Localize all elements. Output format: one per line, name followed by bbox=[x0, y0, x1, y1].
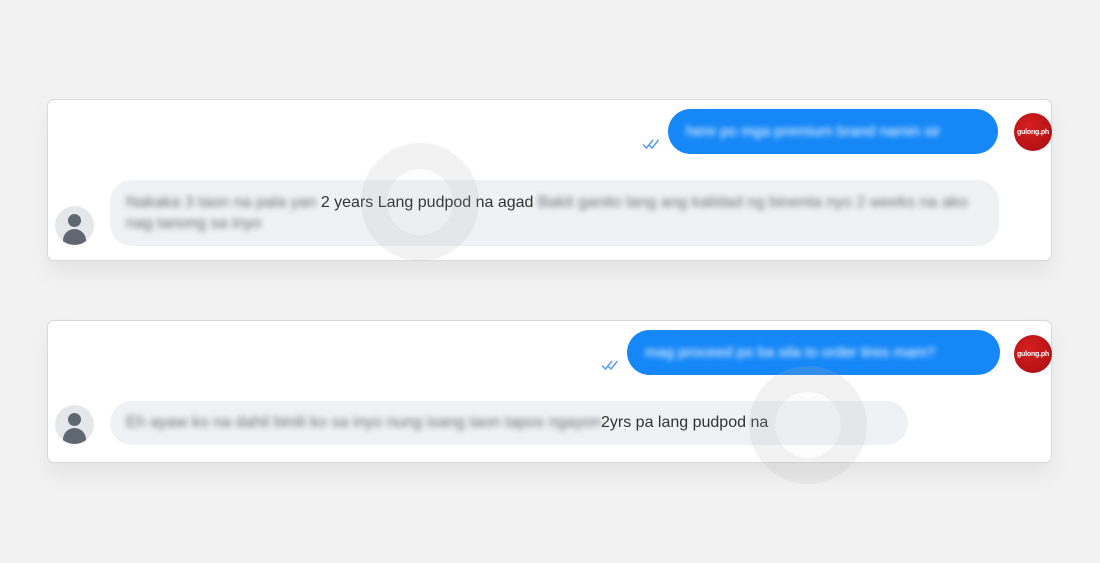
conversation-card-1: here po mga premium brand namin sir gulo… bbox=[47, 99, 1052, 261]
outgoing-message-bubble[interactable]: mag proceed po ba sila to order tires ma… bbox=[627, 330, 1000, 375]
brand-avatar: gulong.ph bbox=[1014, 335, 1052, 373]
outgoing-message-bubble[interactable]: here po mga premium brand namin sir bbox=[668, 109, 998, 154]
user-avatar-icon bbox=[55, 405, 94, 444]
user-avatar-icon bbox=[55, 206, 94, 245]
brand-avatar: gulong.ph bbox=[1014, 113, 1052, 151]
incoming-message-bubble[interactable]: Eh ayaw ko na dahil binili ko sa inyo nu… bbox=[110, 401, 908, 445]
incoming-message-text: 2yrs pa lang pudpod na bbox=[601, 414, 769, 431]
outgoing-message-text: mag proceed po ba sila to order tires ma… bbox=[645, 344, 936, 361]
blurred-text: Eh ayaw ko na dahil binili ko sa inyo nu… bbox=[126, 414, 601, 431]
conversation-card-2: mag proceed po ba sila to order tires ma… bbox=[47, 320, 1052, 463]
brand-avatar-label: gulong.ph bbox=[1016, 350, 1050, 358]
outgoing-message-text: here po mga premium brand namin sir bbox=[686, 123, 941, 140]
double-check-icon bbox=[601, 360, 619, 371]
double-check-icon bbox=[642, 139, 660, 150]
brand-avatar-label: gulong.ph bbox=[1016, 128, 1050, 136]
incoming-message-text: 2 years Lang pudpod na agad bbox=[320, 194, 534, 211]
blurred-text: Nakaka 3 taon na pala yan bbox=[126, 194, 321, 211]
incoming-message-bubble[interactable]: Nakaka 3 taon na pala yan 2 years Lang p… bbox=[110, 180, 999, 246]
